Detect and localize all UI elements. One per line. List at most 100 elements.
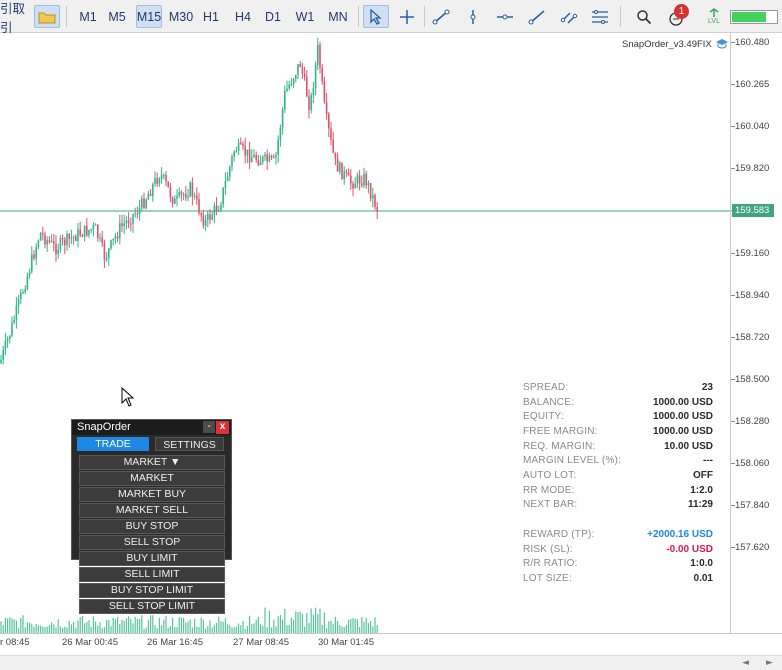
candle-body	[200, 213, 202, 216]
horizontal-scrollbar[interactable]: ◄ ►	[0, 655, 782, 670]
tab-trade[interactable]: TRADE	[77, 437, 149, 451]
volume-bar	[112, 617, 114, 633]
price-label: 160.265	[735, 79, 770, 91]
info-label: MARGIN LEVEL (%):	[523, 455, 622, 467]
scroll-right-icon[interactable]: ►	[766, 658, 773, 668]
fibonacci-icon[interactable]	[587, 5, 613, 28]
volume-bar	[185, 622, 187, 633]
timeframe-h4[interactable]: H4	[232, 5, 254, 28]
toolbar-separator	[424, 6, 425, 27]
volume-bar	[13, 619, 15, 633]
order-button-sell-stop-limit[interactable]: SELL STOP LIMIT	[79, 599, 225, 614]
candle-body	[105, 257, 108, 260]
time-axis[interactable]: r 08:45 26 Mar 00:45 26 Mar 16:45 27 Mar 08…	[0, 633, 782, 655]
info-label: RR MODE:	[523, 484, 575, 496]
order-button-buy-stop-limit[interactable]: BUY STOP LIMIT	[79, 583, 225, 598]
time-label: 26 Mar 00:45	[62, 637, 118, 648]
volume-bar	[84, 623, 86, 633]
order-button-buy-stop[interactable]: BUY STOP	[79, 519, 225, 534]
time-label: r 08:45	[0, 637, 30, 648]
candle-body	[13, 319, 15, 323]
timeframe-m30[interactable]: M30	[167, 5, 195, 28]
candle-body	[233, 151, 235, 157]
timeframe-mn[interactable]: MN	[325, 5, 351, 28]
scroll-left-icon[interactable]: ◄	[742, 658, 749, 668]
price-label: 159.820	[735, 163, 770, 175]
trendline-icon[interactable]	[428, 5, 454, 28]
partial-menu-label[interactable]: 引取引	[0, 2, 30, 35]
candle-body	[33, 254, 35, 259]
candle-body	[132, 214, 134, 225]
cursor-tool-icon[interactable]	[363, 5, 389, 28]
price-label: 158.720	[735, 331, 770, 343]
volume-bar	[249, 615, 251, 633]
candle-body	[347, 172, 350, 176]
volume-bar	[139, 619, 141, 633]
folder-icon[interactable]	[34, 5, 60, 28]
price-label: 159.160	[735, 247, 770, 259]
timeframe-w1[interactable]: W1	[294, 5, 316, 28]
price-axis[interactable]: 160.480160.265160.040159.820159.380159.1…	[730, 33, 782, 633]
volume-bar	[2, 624, 4, 633]
timeframe-m1[interactable]: M1	[77, 5, 99, 28]
candle-body	[26, 275, 29, 290]
candle-body	[176, 195, 178, 199]
volume-bar	[315, 607, 317, 633]
panel-tabs: TRADE SETTINGS	[77, 437, 224, 451]
panel-title-bar[interactable]: SnapOrder - x	[72, 420, 231, 435]
timeframe-h1[interactable]: H1	[200, 5, 222, 28]
info-row: AUTO LOT: OFF	[523, 468, 713, 483]
volume-bar	[328, 621, 330, 633]
volume-bar	[51, 622, 53, 633]
horizontal-line-icon[interactable]	[492, 5, 518, 28]
order-button-market[interactable]: MARKET ▼	[79, 455, 225, 470]
timeframe-m15[interactable]: M15	[136, 5, 162, 28]
timeframe-d1[interactable]: D1	[262, 5, 284, 28]
candle-body	[101, 237, 103, 243]
volume-bar	[119, 624, 121, 633]
notification-icon[interactable]: 1	[662, 4, 690, 28]
volume-bar	[367, 623, 369, 633]
candle-body	[332, 139, 334, 153]
info-value: ---	[703, 455, 713, 467]
ray-line-icon[interactable]	[524, 5, 550, 28]
order-button-sell-stop[interactable]: SELL STOP	[79, 535, 225, 550]
candle-body	[90, 229, 92, 231]
time-label: 26 Mar 16:45	[147, 637, 203, 648]
volume-bar	[260, 624, 262, 633]
volume-bar	[312, 614, 314, 633]
info-value: 10.00 USD	[664, 440, 713, 452]
tab-settings[interactable]: SETTINGS	[155, 437, 224, 451]
volume-bar	[273, 619, 275, 633]
crosshair-icon[interactable]	[394, 5, 420, 28]
candle-body	[288, 84, 290, 89]
candle-body	[50, 240, 53, 242]
order-button-market-sell[interactable]: MARKET SELL	[79, 503, 225, 518]
candle-body	[130, 223, 132, 225]
info-row: R/R RATIO: 1:0.0	[523, 557, 713, 572]
order-button-market[interactable]: MARKET	[79, 471, 225, 486]
price-label: 160.040	[735, 121, 770, 133]
volume-bar	[345, 624, 347, 633]
candle-body	[367, 183, 370, 186]
candle-body	[187, 196, 189, 198]
volume-bar	[229, 624, 231, 633]
candle-body	[169, 187, 172, 198]
vertical-line-icon[interactable]	[460, 5, 486, 28]
candle-body	[165, 174, 167, 182]
candle-body	[64, 239, 66, 246]
candle-body	[9, 335, 11, 339]
candle-body	[160, 175, 163, 179]
signal-level-icon[interactable]: LVL	[703, 5, 725, 28]
minimize-button[interactable]: -	[203, 421, 215, 433]
timeframe-m5[interactable]: M5	[106, 5, 128, 28]
volume-bar	[106, 620, 108, 633]
close-button[interactable]: x	[216, 421, 229, 434]
search-icon[interactable]	[632, 5, 656, 28]
order-button-buy-limit[interactable]: BUY LIMIT	[79, 551, 225, 566]
volume-bar	[213, 624, 215, 633]
channel-icon[interactable]	[556, 5, 582, 28]
order-button-sell-limit[interactable]: SELL LIMIT	[79, 567, 225, 582]
price-label: 158.280	[735, 415, 770, 427]
order-button-market-buy[interactable]: MARKET BUY	[79, 487, 225, 502]
